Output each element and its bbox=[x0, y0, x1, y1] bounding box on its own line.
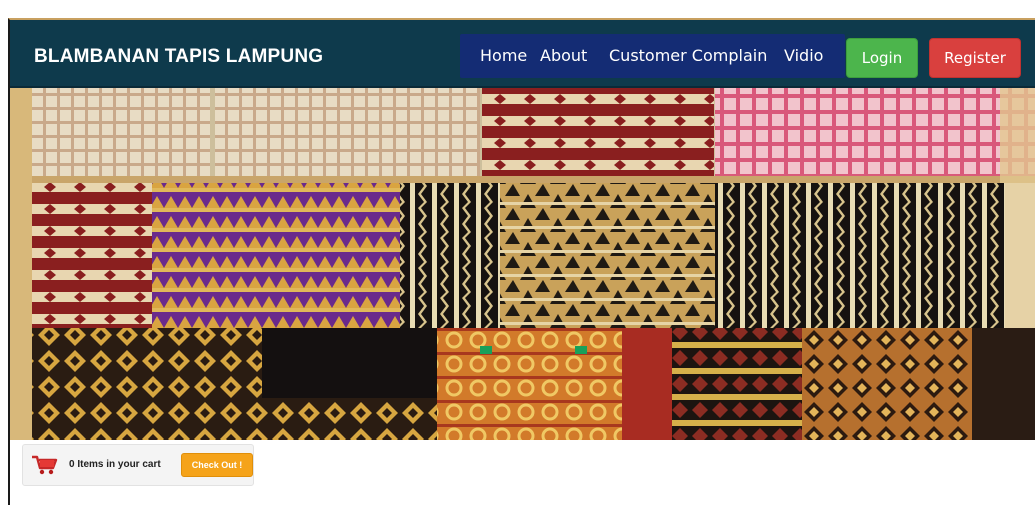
checkout-button[interactable]: Check Out ! bbox=[181, 453, 253, 477]
nav-menu: Home About Customer Complain Vidio bbox=[460, 34, 845, 78]
cart-summary-bar: 0 Items in your cart Check Out ! bbox=[22, 444, 254, 486]
register-button[interactable]: Register bbox=[929, 38, 1021, 78]
nav-customer-complain-link[interactable]: Customer Complain bbox=[609, 46, 767, 65]
nav-home-link[interactable]: Home bbox=[480, 46, 527, 65]
shopping-cart-icon[interactable] bbox=[31, 454, 59, 481]
browser-viewport: BLAMBANAN TAPIS LAMPUNG Home About Custo… bbox=[8, 18, 1035, 505]
login-button[interactable]: Login bbox=[846, 38, 918, 78]
nav-about-link[interactable]: About bbox=[540, 46, 587, 65]
tapis-textiles-illustration bbox=[10, 88, 1035, 440]
hero-banner-image bbox=[10, 88, 1035, 440]
navbar: BLAMBANAN TAPIS LAMPUNG Home About Custo… bbox=[10, 20, 1035, 88]
cart-status-text: 0 Items in your cart bbox=[69, 459, 161, 470]
nav-vidio-link[interactable]: Vidio bbox=[784, 46, 823, 65]
brand-title[interactable]: BLAMBANAN TAPIS LAMPUNG bbox=[34, 46, 323, 68]
